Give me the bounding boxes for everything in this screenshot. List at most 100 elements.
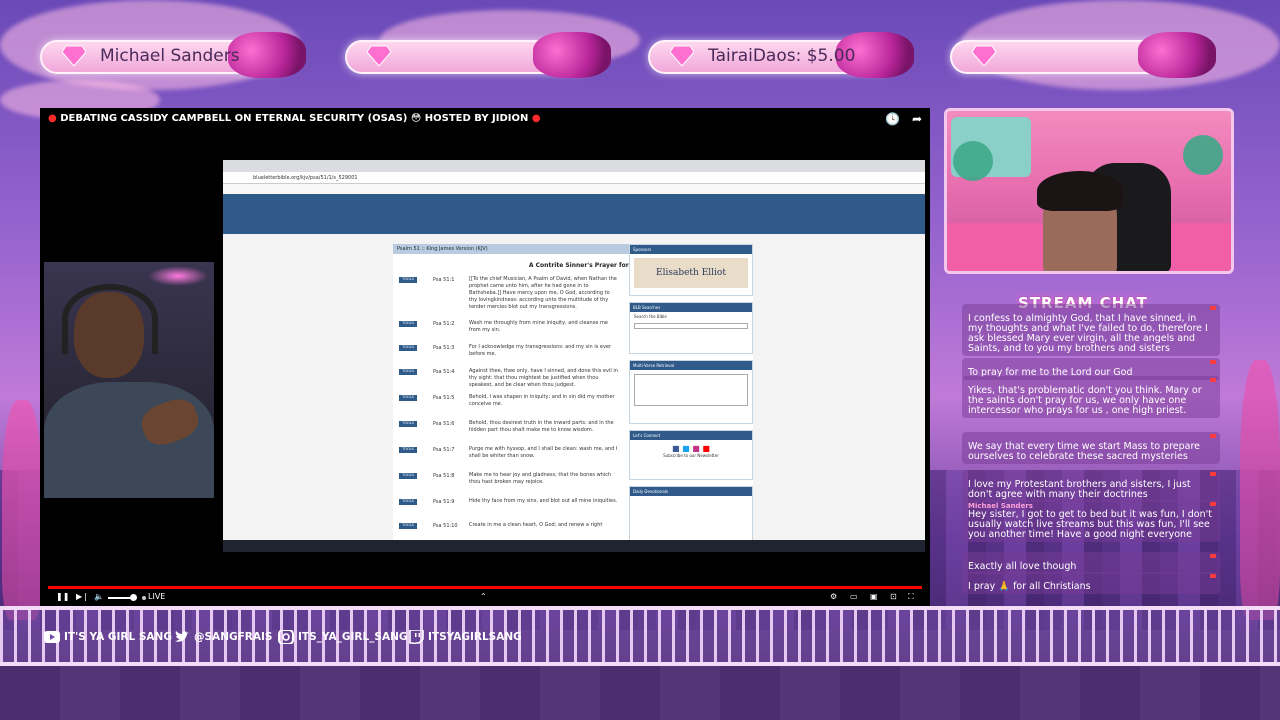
multi-verse-input[interactable]	[634, 374, 748, 406]
tools-button[interactable]: TOOLS	[399, 421, 417, 427]
windows-taskbar[interactable]	[223, 540, 925, 552]
chat-message: I confess to almighty God, that I have s…	[962, 304, 1220, 356]
next-icon[interactable]: ▶❘	[76, 592, 89, 601]
live-label[interactable]: LIVE	[148, 592, 165, 601]
tools-button[interactable]: TOOLS	[399, 473, 417, 479]
video-controls: ❚❚ ▶❘ 🔈 LIVE ⌃ ⚙ ▭ ▣ ⊡ ⛶	[40, 590, 930, 606]
flower-decoration	[1138, 32, 1216, 78]
tools-button[interactable]: TOOLS	[399, 447, 417, 453]
pause-icon[interactable]: ❚❚	[56, 592, 69, 601]
search-input[interactable]	[634, 323, 748, 329]
youtube-icon[interactable]: ■	[702, 444, 710, 453]
red-dot-icon: ●	[48, 113, 57, 124]
search-label: Search the Bible	[634, 314, 667, 319]
tools-button[interactable]: TOOLS	[399, 369, 417, 375]
devotionals-card: Daily Devotionals	[629, 486, 753, 542]
miniplayer-icon[interactable]: ▣	[870, 592, 878, 601]
diamond-icon	[62, 45, 86, 66]
tools-button[interactable]: TOOLS	[399, 277, 417, 283]
cast-icon[interactable]: ⊡	[890, 592, 897, 601]
verse-ref[interactable]: Psa 51:2	[433, 321, 454, 327]
chat-message: I love my Protestant brothers and sister…	[962, 470, 1220, 502]
verse-ref[interactable]: Psa 51:5	[433, 395, 454, 401]
fullscreen-icon[interactable]: ⛶	[908, 592, 914, 602]
diamond-icon	[972, 45, 996, 66]
red-dot-icon: ●	[531, 113, 541, 124]
youtube-icon	[44, 631, 60, 643]
background-tree	[2, 400, 42, 620]
streamer-hair	[1037, 171, 1123, 211]
chat-text: Exactly all love though	[968, 561, 1077, 572]
alert-bar	[345, 32, 615, 78]
instagram-icon[interactable]: ■	[692, 444, 700, 453]
alert-bar: TairaiDaos: $5.00	[648, 32, 918, 78]
chat-text: Yikes, that's problematic don't you thin…	[968, 385, 1202, 416]
verse-ref[interactable]: Psa 51:1	[433, 277, 454, 283]
clock-icon[interactable]: 🕓	[885, 112, 900, 126]
badge-icon	[1210, 434, 1216, 438]
live-dot-icon	[142, 596, 146, 600]
verse-text: Make me to hear joy and gladness; that t…	[469, 472, 612, 485]
badge-icon	[1210, 306, 1216, 310]
diamond-icon	[670, 45, 694, 66]
chat-message: Michael Sanders Hey sister, I got to get …	[962, 500, 1220, 542]
facebook-icon[interactable]: ■	[672, 444, 680, 453]
verse-ref[interactable]: Psa 51:9	[433, 499, 454, 505]
badge-icon	[1210, 472, 1216, 476]
background-floor	[0, 666, 1280, 720]
social-instagram: ITS_YA_GIRL_SANG	[278, 630, 408, 644]
verse-ref[interactable]: Psa 51:4	[433, 369, 454, 375]
chevron-up-icon[interactable]: ⌃	[480, 592, 487, 601]
badge-icon	[1210, 378, 1216, 382]
chat-message: I pray 🙏 for all Christians	[962, 572, 1220, 594]
verse-text: Create in me a clean heart, O God; and r…	[469, 522, 603, 528]
verse-ref[interactable]: Psa 51:6	[433, 421, 454, 427]
browser-url-bar[interactable]: blueletterbible.org/kjv/psa/51/1/s_52900…	[223, 172, 925, 184]
twitter-icon[interactable]: ■	[682, 444, 690, 453]
verse-text: For I acknowledge my transgressions: and…	[469, 344, 612, 357]
plant	[953, 141, 993, 181]
browser-bookmarks[interactable]	[223, 184, 925, 194]
instagram-icon	[278, 630, 294, 644]
badge-icon	[1210, 554, 1216, 558]
chat-text: I love my Protestant brothers and sister…	[968, 479, 1191, 500]
chat-message: Yikes, that's problematic don't you thin…	[962, 376, 1220, 418]
social-youtube: IT'S YA GIRL SANG	[44, 630, 172, 644]
verse-ref[interactable]: Psa 51:3	[433, 345, 454, 351]
shared-screen: blueletterbible.org/kjv/psa/51/1/s_52900…	[223, 160, 925, 552]
chat-message: We say that every time we start Mass to …	[962, 432, 1220, 464]
tools-button[interactable]: TOOLS	[399, 523, 417, 529]
browser-tabs[interactable]	[223, 160, 925, 172]
chat-text: We say that every time we start Mass to …	[968, 441, 1201, 462]
settings-icon[interactable]: ⚙	[830, 592, 837, 601]
neon-sign	[148, 266, 208, 286]
tools-button[interactable]: TOOLS	[399, 345, 417, 351]
volume-knob[interactable]	[130, 594, 137, 601]
sponsor-banner[interactable]: Elisabeth Elliot	[634, 258, 748, 288]
verse-ref[interactable]: Psa 51:8	[433, 473, 454, 479]
chat-text: Hey sister, I got to get to bed but it w…	[968, 509, 1212, 540]
subtitles-icon[interactable]: ▭	[850, 592, 858, 601]
social-twitch: ITSYAGIRLSANG	[408, 630, 522, 644]
verse-text: Purge me with hyssop, and I shall be cle…	[469, 446, 618, 459]
video-title[interactable]: ● DEBATING CASSIDY CAMPBELL ON ETERNAL S…	[48, 113, 541, 124]
guest-shirt	[44, 382, 214, 498]
chat-message: Exactly all love though	[962, 552, 1220, 574]
volume-icon[interactable]: 🔈	[94, 592, 104, 601]
badge-icon	[1210, 502, 1216, 506]
background-tree	[1240, 360, 1280, 620]
verse-text: Hide thy face from my sins, and blot out…	[469, 498, 618, 504]
alert-text: TairaiDaos: $5.00	[708, 46, 856, 66]
chat-text: I confess to almighty God, that I have s…	[968, 313, 1208, 354]
connect-card: Let's Connect ■ ■ ■ ■ Subscribe to our N…	[629, 430, 753, 480]
verse-ref[interactable]: Psa 51:7	[433, 447, 454, 453]
tools-button[interactable]: TOOLS	[399, 321, 417, 327]
verse-text: Wash me throughly from mine iniquity, an…	[469, 320, 608, 333]
search-card: BLB Searches Search the Bible	[629, 302, 753, 354]
share-icon[interactable]: ➦	[912, 112, 922, 126]
video-progress-bar[interactable]	[48, 586, 922, 589]
verse-ref[interactable]: Psa 51:10	[433, 523, 458, 529]
tools-button[interactable]: TOOLS	[399, 499, 417, 505]
social-twitter: @SANGFRAIS	[174, 630, 272, 644]
tools-button[interactable]: TOOLS	[399, 395, 417, 401]
